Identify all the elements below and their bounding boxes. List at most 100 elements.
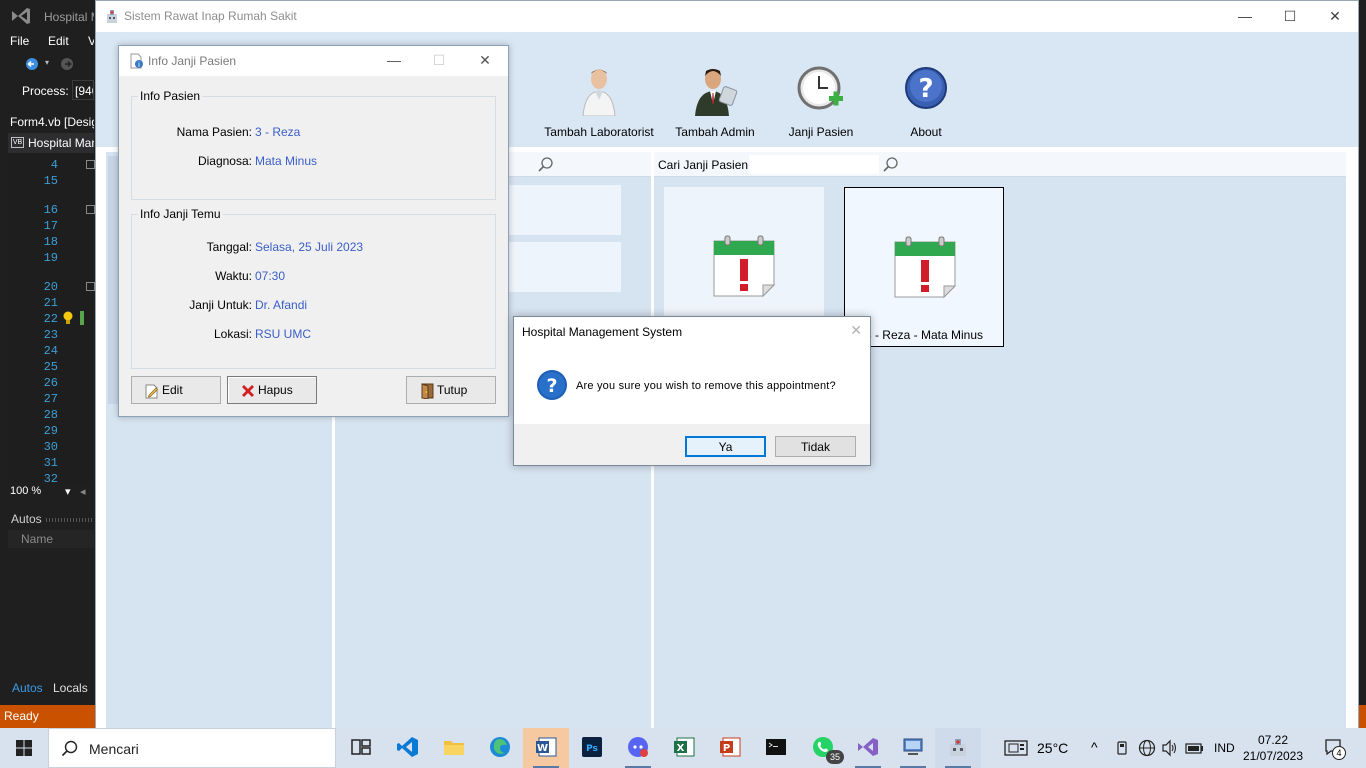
notification-center-button[interactable]: 4: [1320, 737, 1348, 761]
taskbar-app-network[interactable]: [890, 728, 936, 768]
vs-titlebar: Hospital Management System: [0, 0, 94, 32]
visual-studio-logo-icon: [12, 8, 30, 24]
panel-grip[interactable]: [46, 518, 92, 522]
scroll-left-icon[interactable]: ◂: [80, 485, 86, 498]
dialog-title: Info Janji Pasien: [148, 54, 237, 68]
taskbar-app-whatsapp[interactable]: 35: [800, 728, 846, 768]
weather-icon[interactable]: [1004, 739, 1030, 757]
taskbar-search[interactable]: Mencari: [48, 728, 336, 768]
lokasi-label: Lokasi:: [213, 327, 252, 341]
ribbon-button-janji-pasien[interactable]: Janji Pasien: [766, 64, 876, 139]
lightbulb-icon[interactable]: [62, 311, 74, 325]
svg-text:W: W: [537, 743, 548, 754]
menu-view[interactable]: View: [88, 34, 94, 48]
close-icon[interactable]: ✕: [850, 322, 862, 339]
zoom-level[interactable]: 100 % ▾ ◂: [8, 484, 94, 500]
list-item[interactable]: [503, 242, 621, 292]
taskbar-app-photoshop[interactable]: Ps: [569, 728, 615, 768]
janji-untuk-label: Janji Untuk:: [189, 298, 252, 312]
ribbon-button-tambah-admin[interactable]: Tambah Admin: [660, 64, 770, 139]
janji-untuk-value: Dr. Afandi: [255, 298, 308, 312]
search-icon[interactable]: [537, 156, 555, 174]
hapus-button-label: Hapus: [258, 383, 293, 397]
tanggal-value: Selasa, 25 Juli 2023: [255, 240, 364, 254]
maximize-button[interactable]: ☐: [1267, 1, 1313, 32]
nama-pasien-label: Nama Pasien:: [176, 125, 252, 139]
waktu-label: Waktu:: [215, 269, 252, 283]
diagnosa-value: Mata Minus: [255, 154, 318, 168]
process-label: Process:: [22, 84, 69, 98]
tutup-button[interactable]: Tutup: [406, 376, 496, 404]
edit-button[interactable]: Edit: [131, 376, 221, 404]
search-input[interactable]: [749, 155, 879, 174]
taskbar-app-terminal[interactable]: [753, 728, 799, 768]
waktu-value: 07:30: [255, 269, 286, 283]
start-button[interactable]: [0, 728, 48, 768]
taskbar-app-hospital-system[interactable]: [935, 728, 981, 768]
back-icon[interactable]: [25, 57, 39, 71]
line-number: 23: [43, 328, 58, 342]
dialog-titlebar[interactable]: i Info Janji Pasien — ☐ ✕: [119, 46, 508, 76]
input-language[interactable]: IND: [1214, 741, 1235, 768]
weather-temperature[interactable]: 25°C: [1037, 740, 1068, 768]
menu-edit[interactable]: Edit: [48, 34, 69, 48]
usb-device-icon[interactable]: [1115, 740, 1129, 756]
tab-locals[interactable]: Locals: [53, 681, 88, 695]
battery-icon[interactable]: [1185, 740, 1205, 756]
line-number: 15: [43, 174, 58, 188]
forward-icon[interactable]: [60, 57, 74, 71]
ribbon-button-about[interactable]: ? About: [871, 64, 981, 139]
menu-file[interactable]: File: [10, 34, 29, 48]
hapus-button[interactable]: Hapus: [227, 376, 317, 404]
taskbar-app-powerpoint[interactable]: P: [707, 728, 753, 768]
fold-toggle-icon[interactable]: [86, 205, 95, 214]
vs-toolbar: ▾: [0, 54, 94, 76]
system-clock[interactable]: 07.22 21/07/2023: [1238, 732, 1308, 764]
fold-toggle-icon[interactable]: [86, 282, 95, 291]
chevron-down-icon[interactable]: ▾: [65, 485, 71, 498]
search-icon[interactable]: [882, 156, 900, 174]
group-info-janji-temu: Info Janji Temu Tanggal: Selasa, 25 Juli…: [131, 207, 496, 369]
minimize-button[interactable]: —: [1222, 1, 1268, 32]
chevron-up-icon[interactable]: ^: [1091, 739, 1098, 768]
taskbar-app-vscode[interactable]: [385, 728, 431, 768]
line-number: 24: [43, 344, 58, 358]
tidak-button[interactable]: Tidak: [775, 436, 856, 457]
close-button[interactable]: ✕: [1312, 1, 1358, 32]
list-item[interactable]: [503, 185, 621, 235]
taskbar-app-edge[interactable]: [477, 728, 523, 768]
globe-network-icon[interactable]: [1138, 739, 1156, 757]
appointments-search-bar: Cari Janji Pasien:: [654, 152, 1346, 177]
taskbar-app-discord[interactable]: [615, 728, 661, 768]
autos-name-column[interactable]: Name: [8, 530, 94, 548]
group-legend: Info Janji Temu: [138, 207, 223, 221]
search-label: Cari Janji Pasien:: [658, 158, 752, 172]
excel-icon: X: [674, 737, 695, 757]
calendar-alert-icon: [894, 236, 957, 299]
fold-toggle-icon[interactable]: [86, 160, 95, 169]
back-dropdown-icon[interactable]: ▾: [45, 58, 49, 67]
process-select[interactable]: [9464]: [72, 80, 94, 100]
app-titlebar[interactable]: Sistem Rawat Inap Rumah Sakit — ☐ ✕: [96, 1, 1358, 32]
diagnosa-label: Diagnosa:: [197, 154, 252, 168]
speaker-icon[interactable]: [1161, 739, 1179, 757]
taskbar-app-excel[interactable]: X: [661, 728, 707, 768]
taskbar-app-word[interactable]: W: [523, 728, 569, 768]
status-text: Ready: [4, 709, 39, 723]
line-number: 26: [43, 376, 58, 390]
ribbon-button-tambah-laboratorist[interactable]: Tambah Laboratorist: [544, 64, 654, 139]
minimize-button[interactable]: —: [371, 46, 417, 76]
ya-button[interactable]: Ya: [685, 436, 766, 457]
taskbar-app-visual-studio[interactable]: [845, 728, 891, 768]
taskbar-app-file-explorer[interactable]: [431, 728, 477, 768]
edit-button-label: Edit: [162, 383, 183, 397]
close-button[interactable]: ✕: [462, 46, 508, 76]
task-view-button[interactable]: [338, 728, 384, 768]
svg-text:P: P: [723, 743, 730, 754]
debug-tabs: Autos Locals: [8, 680, 94, 698]
tab-autos[interactable]: Autos: [12, 681, 43, 695]
group-legend: Info Pasien: [138, 89, 203, 103]
line-number: 17: [43, 219, 58, 233]
doc-tab-form4[interactable]: Form4.vb [Design]: [6, 114, 94, 132]
project-navigation-bar[interactable]: VB Hospital Management System: [8, 133, 94, 153]
